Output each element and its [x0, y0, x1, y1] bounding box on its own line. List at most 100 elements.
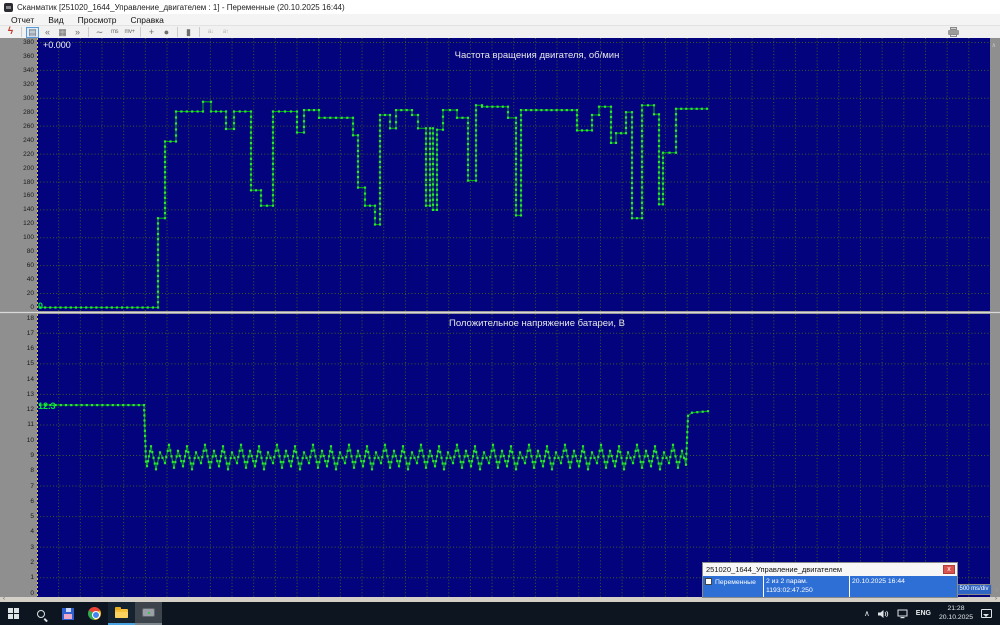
y-axis-tick-label: 5: [0, 513, 34, 520]
page-left-icon[interactable]: «: [41, 27, 54, 38]
y-axis-tick-label: 14: [0, 376, 34, 383]
recording-name: Переменные: [715, 578, 756, 587]
y-axis-tick-label: 180: [0, 179, 34, 186]
y-axis-tick-label: 220: [0, 151, 34, 158]
svg-text:12.3: 12.3: [38, 401, 56, 411]
y-axis-tick-label: 12: [0, 406, 34, 413]
y-axis-tick-label: 80: [0, 248, 34, 255]
chevron-down-icon[interactable]: ∨: [995, 587, 999, 596]
y-axis-tick-label: 18: [0, 315, 34, 322]
taskbar-clock[interactable]: 21:28 20.10.2025: [939, 605, 973, 623]
taskbar-app-floppy[interactable]: [54, 602, 81, 625]
chart-area: Частота вращения двигателя, об/мин 0 +0.00…: [0, 38, 1000, 602]
scanmatik-icon: [142, 608, 155, 617]
menu-item[interactable]: Справка: [124, 15, 171, 25]
taskbar-app-chrome[interactable]: [81, 602, 108, 625]
y-axis-tick-label: 100: [0, 234, 34, 241]
y-axis-tick-label: 15: [0, 360, 34, 367]
y-axis-tick-label: 340: [0, 67, 34, 74]
font-smaller-icon[interactable]: a↓: [204, 27, 217, 38]
toolbar-separator: [140, 27, 141, 37]
timebase-combobox[interactable]: 500 ms/div ∨: [956, 584, 992, 595]
y-axis-tick-label: 16: [0, 345, 34, 352]
save-icon[interactable]: ▮: [182, 27, 195, 38]
y-axis-tick-label: 17: [0, 330, 34, 337]
svg-text:+0.000: +0.000: [43, 40, 71, 50]
y-axis-tick-label: 0: [0, 590, 34, 597]
action-center-icon[interactable]: [981, 609, 992, 618]
y-axis-tick-label: 380: [0, 39, 34, 46]
y-axis-tick-label: 20: [0, 290, 34, 297]
marker-icon[interactable]: ●: [160, 27, 173, 38]
desktop: Сканматик [251020_1644_Управление_двигат…: [0, 0, 1000, 625]
network-icon[interactable]: [897, 609, 908, 619]
page-right-icon[interactable]: »: [71, 27, 84, 38]
y-axis-tick-label: 0: [0, 304, 34, 311]
y-axis-tick-label: 60: [0, 262, 34, 269]
panel-close-button[interactable]: x: [943, 565, 955, 574]
y-axis-tick-label: 260: [0, 123, 34, 130]
start-button[interactable]: [0, 602, 27, 625]
hidden-icons-chevron-icon[interactable]: ∧: [864, 609, 870, 618]
move-cursor-icon[interactable]: +: [145, 27, 158, 38]
svg-text:0: 0: [38, 301, 43, 311]
voltage-chart-plot: Положительное напряжение батареи, В12.3: [37, 314, 990, 597]
y-axis-tick-label: 140: [0, 206, 34, 213]
y-axis-tick-label: 8: [0, 467, 34, 474]
clock-date: 20.10.2025: [939, 614, 973, 623]
signal-wave-icon[interactable]: ∼: [93, 27, 106, 38]
recording-datetime: 20.10.2025 16:44: [849, 576, 957, 597]
language-indicator[interactable]: ENG: [916, 610, 931, 617]
app-icon: [4, 3, 13, 12]
y-axis-tick-label: 320: [0, 81, 34, 88]
cursor-values-icon[interactable]: mv+: [123, 27, 136, 38]
taskbar-app-scanmatik[interactable]: [135, 602, 162, 625]
panel-title: 251020_1644_Управление_двигателем: [703, 563, 957, 576]
variables-page-icon[interactable]: ▤: [26, 27, 39, 38]
menu-item[interactable]: Отчет: [4, 15, 41, 25]
y-axis-tick-label: 360: [0, 53, 34, 60]
menu-item[interactable]: Просмотр: [71, 15, 124, 25]
font-larger-icon[interactable]: a↑: [219, 27, 232, 38]
system-tray: ∧ ENG 21:28 20.10.2025: [864, 605, 1000, 623]
volume-icon[interactable]: [878, 609, 889, 619]
y-axis-tick-label: 10: [0, 437, 34, 444]
y-axis-tick-label: 280: [0, 109, 34, 116]
checkbox[interactable]: [705, 578, 712, 585]
search-icon: [37, 610, 45, 618]
recording-info-panel[interactable]: 251020_1644_Управление_двигателем x Пере…: [702, 562, 958, 598]
toolbar-separator: [21, 27, 22, 37]
disconnect-icon[interactable]: ϟ: [4, 27, 17, 38]
time-div-icon[interactable]: ms: [108, 27, 121, 38]
taskbar: ∧ ENG 21:28 20.10.2025: [0, 602, 1000, 625]
menu-item[interactable]: Вид: [41, 15, 70, 25]
recording-duration: 1193:02:47.250: [766, 586, 847, 595]
y-axis-tick-label: 6: [0, 498, 34, 505]
y-axis-tick-label: 300: [0, 95, 34, 102]
clock-time: 21:28: [939, 605, 973, 614]
rpm-chart-plot: Частота вращения двигателя, об/мин 0 +0.00…: [37, 38, 990, 311]
y-axis-tick-label: 9: [0, 452, 34, 459]
y-axis-tick-label: 13: [0, 391, 34, 398]
y-axis-tick-label: 11: [0, 421, 34, 428]
y-axis-tick-label: 3: [0, 544, 34, 551]
y-axis-tick-label: 2: [0, 559, 34, 566]
toolbar-separator: [177, 27, 178, 37]
grid-view-icon[interactable]: ▦: [56, 27, 69, 38]
floppy-app-icon: [62, 608, 74, 620]
toolbar: ϟ ▤«▦» ∼msmv+ +● ▮ a↓a↑: [0, 26, 1000, 38]
y-axis-tick-label: 40: [0, 276, 34, 283]
taskbar-app-explorer[interactable]: [108, 602, 135, 625]
timebase-value: 500 ms/div: [959, 586, 988, 592]
scroll-up-arrow-icon[interactable]: ∧: [992, 42, 996, 49]
menu-bar: ОтчетВидПросмотрСправка: [0, 14, 1000, 26]
print-icon[interactable]: [947, 27, 960, 37]
y-axis-tick-label: 240: [0, 137, 34, 144]
search-button[interactable]: [27, 602, 54, 625]
folder-icon: [115, 609, 128, 618]
svg-text:Частота вращения двигателя, об: Частота вращения двигателя, об/мин: [455, 50, 620, 61]
y-axis-tick-label: 160: [0, 192, 34, 199]
recording-row[interactable]: Переменные 2 из 2 парам. 1193:02:47.250 …: [703, 576, 957, 597]
y-axis-tick-label: 7: [0, 483, 34, 490]
y-axis-tick-label: 120: [0, 220, 34, 227]
